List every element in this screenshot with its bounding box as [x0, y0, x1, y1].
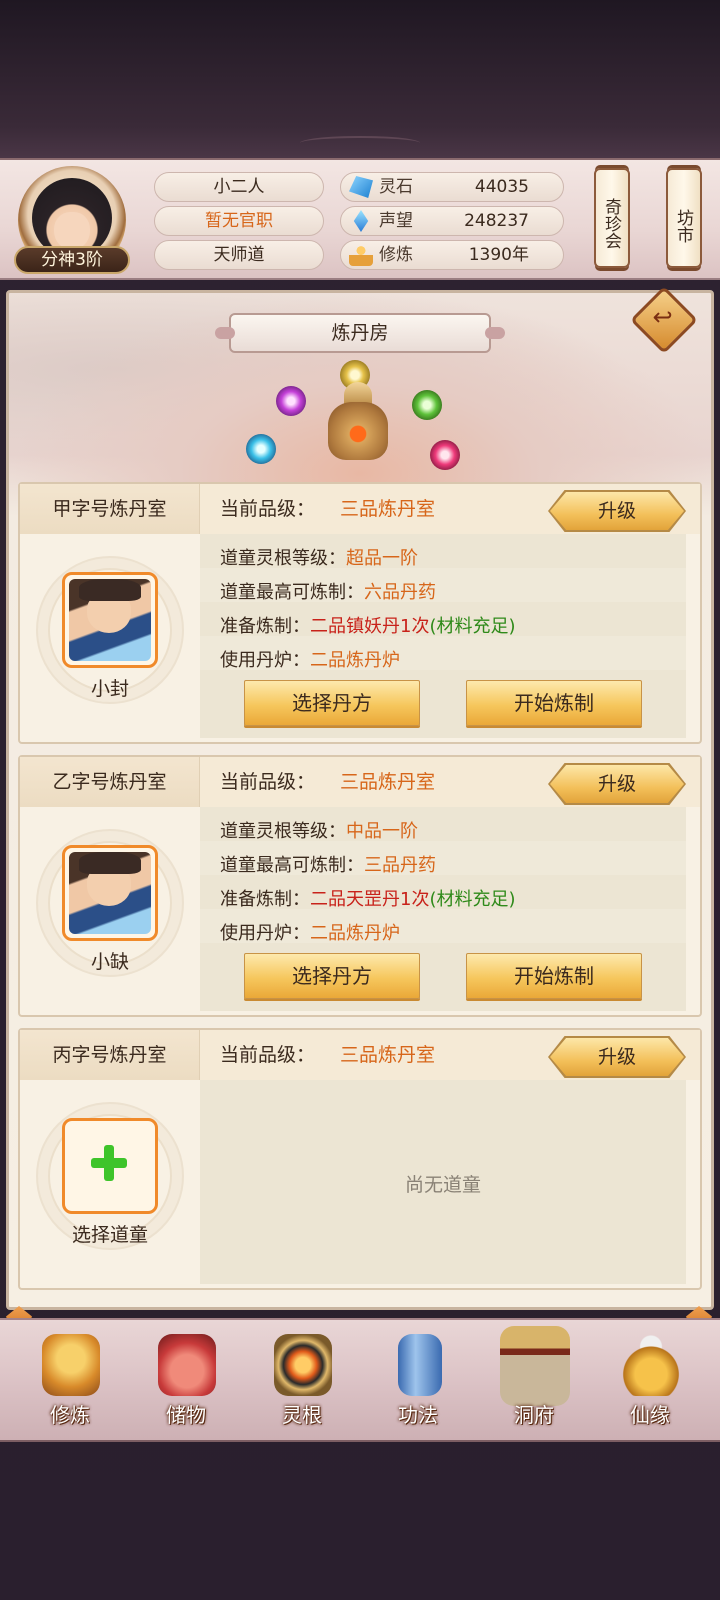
nav-label: 洞府: [514, 1403, 554, 1427]
select-recipe-button[interactable]: 选择丹方: [244, 680, 420, 726]
green-orb-icon: [412, 390, 442, 420]
taoist-portrait[interactable]: [62, 845, 158, 941]
start-refine-button[interactable]: 开始炼制: [466, 680, 642, 726]
upgrade-button[interactable]: 升级: [550, 492, 684, 530]
empty-state-text: 尚无道童: [404, 1174, 481, 1196]
nav-dongfu[interactable]: 洞府: [484, 1326, 584, 1438]
reputation-icon: [353, 210, 369, 232]
treasure-auction-button[interactable]: 奇珍会: [594, 168, 630, 268]
spirit-stone-icon: [349, 176, 373, 198]
meditation-icon: [42, 1334, 100, 1396]
select-taoist-label[interactable]: 选择道童: [20, 1220, 200, 1247]
prepare-refine-line: 准备炼制：二品天罡丹1次(材料充足): [220, 889, 516, 910]
resource-reputation: 声望 248237: [340, 206, 564, 236]
resource-label: 灵石: [379, 177, 413, 197]
grade-label: 当前品级：: [220, 771, 316, 793]
resource-value: 1390年: [468, 245, 529, 265]
max-refine-line: 道童最高可炼制：三品丹药: [220, 855, 436, 876]
player-name: 小二人: [154, 172, 324, 202]
cave-palace-icon: [500, 1326, 570, 1406]
upgrade-button[interactable]: 升级: [550, 1038, 684, 1076]
scripture-icon: [398, 1334, 442, 1396]
spirit-root-icon: [274, 1334, 332, 1396]
taoist-avatar: [69, 852, 151, 934]
blue-orb-icon: [246, 434, 276, 464]
nav-label: 功法: [398, 1403, 438, 1427]
grade-label: 当前品级：: [220, 1044, 316, 1066]
taoist-avatar: [69, 579, 151, 661]
grade-value: 三品炼丹室: [340, 771, 436, 793]
nav-linggen[interactable]: 灵根: [252, 1326, 352, 1438]
spirit-root-line: 道童灵根等级：中品一阶: [220, 821, 418, 842]
nav-label: 仙缘: [630, 1403, 670, 1427]
max-refine-line: 道童最高可炼制：六品丹药: [220, 582, 436, 603]
nav-label: 修炼: [50, 1403, 90, 1427]
plus-icon: [85, 1139, 133, 1187]
room-info: 尚无道童: [200, 1080, 686, 1284]
alchemy-room-bing: 丙字号炼丹室 当前品级： 三品炼丹室 升级 选择道童 尚无道童: [18, 1028, 702, 1290]
taoist-name: 小封: [90, 678, 129, 700]
prepare-refine-line: 准备炼制：二品镇妖丹1次(材料充足): [220, 616, 516, 637]
resource-label: 修炼: [379, 245, 413, 265]
room-name: 丙字号炼丹室: [20, 1030, 200, 1080]
resource-value: 248237: [464, 211, 529, 231]
cultivation-icon: [349, 244, 373, 266]
alchemy-furnace-icon: [310, 382, 406, 472]
select-recipe-button[interactable]: 选择丹方: [244, 953, 420, 999]
top-ornament: [300, 136, 420, 150]
player-header: 分神3阶 小二人 暂无官职 天师道 灵石 44035 声望 248237 修炼 …: [0, 158, 720, 280]
taoist-slot: 小封: [20, 534, 200, 742]
bottom-nav: 修炼 储物 灵根 功法 洞府 仙缘: [0, 1318, 720, 1442]
taoist-slot: 选择道童: [20, 1080, 200, 1288]
furnace-line: 使用丹炉：二品炼丹炉: [220, 923, 400, 944]
alchemy-room-jia: 甲字号炼丹室 当前品级： 三品炼丹室 升级 小封 道童灵根等级：超品一阶 道童最…: [18, 482, 702, 744]
gourd-icon: [622, 1334, 680, 1396]
room-name: 乙字号炼丹室: [20, 757, 200, 807]
market-button[interactable]: 坊市: [666, 168, 702, 268]
select-taoist-slot[interactable]: [62, 1118, 158, 1214]
purple-orb-icon: [276, 386, 306, 416]
taoist-portrait[interactable]: [62, 572, 158, 668]
top-backdrop: [0, 0, 720, 158]
alchemy-room-yi: 乙字号炼丹室 当前品级： 三品炼丹室 升级 小缺 道童灵根等级：中品一阶 道童最…: [18, 755, 702, 1017]
nav-chuwu[interactable]: 储物: [136, 1326, 236, 1438]
start-refine-button[interactable]: 开始炼制: [466, 953, 642, 999]
room-info: 道童灵根等级：中品一阶 道童最高可炼制：三品丹药 准备炼制：二品天罡丹1次(材料…: [200, 807, 686, 1011]
grade-value: 三品炼丹室: [340, 1044, 436, 1066]
nav-xianyuan[interactable]: 仙缘: [600, 1326, 700, 1438]
back-arrow-icon: ↩: [652, 303, 673, 332]
nav-gongfa[interactable]: 功法: [368, 1326, 468, 1438]
resource-value: 44035: [474, 177, 529, 197]
room-info: 道童灵根等级：超品一阶 道童最高可炼制：六品丹药 准备炼制：二品镇妖丹1次(材料…: [200, 534, 686, 738]
upgrade-button[interactable]: 升级: [550, 765, 684, 803]
resource-spirit-stone: 灵石 44035: [340, 172, 564, 202]
grade-value: 三品炼丹室: [340, 498, 436, 520]
taoist-name: 小缺: [90, 951, 129, 973]
sect-name: 天师道: [154, 240, 324, 270]
taoist-slot: 小缺: [20, 807, 200, 1015]
nav-xiulian[interactable]: 修炼: [20, 1326, 120, 1438]
official-title: 暂无官职: [154, 206, 324, 236]
grade-label: 当前品级：: [220, 498, 316, 520]
room-name: 甲字号炼丹室: [20, 484, 200, 534]
nav-label: 储物: [166, 1403, 206, 1427]
red-orb-icon: [430, 440, 460, 470]
spirit-root-line: 道童灵根等级：超品一阶: [220, 548, 418, 569]
resource-label: 声望: [379, 211, 413, 231]
resource-cultivation: 修炼 1390年: [340, 240, 564, 270]
nav-label: 灵根: [282, 1403, 322, 1427]
rank-badge: 分神3阶: [14, 246, 130, 274]
furnace-line: 使用丹炉：二品炼丹炉: [220, 650, 400, 671]
bag-icon: [158, 1334, 216, 1396]
page-title: 炼丹房: [215, 313, 505, 353]
